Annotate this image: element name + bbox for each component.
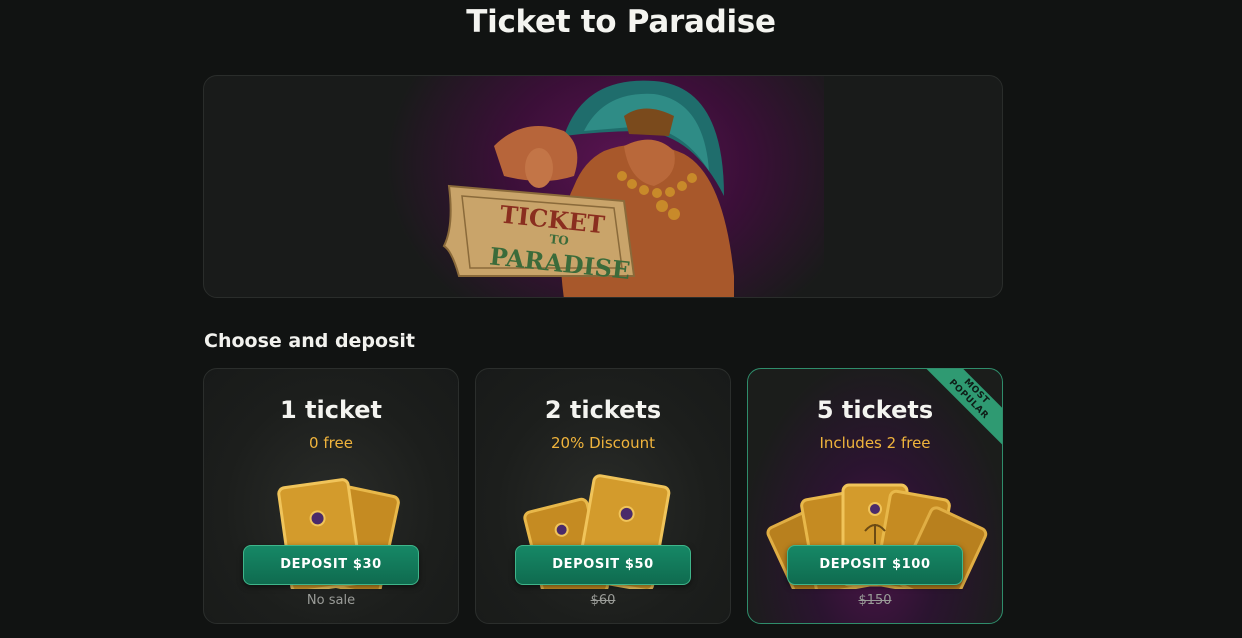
- deposit-button-100[interactable]: DEPOSIT $100: [787, 545, 963, 585]
- package-card-5-tickets: MOST POPULAR 5 tickets Includes 2 free D…: [747, 368, 1003, 624]
- page-title: Ticket to Paradise: [466, 4, 776, 40]
- hero-illustration: TICKET TO PARADISE: [442, 80, 734, 297]
- package-card-1-ticket: 1 ticket 0 free DEPOSIT $30 No sale: [203, 368, 459, 624]
- original-price: $60: [590, 593, 616, 608]
- card-subtitle: 20% Discount: [551, 434, 655, 452]
- original-price: $150: [858, 593, 892, 608]
- section-title: Choose and deposit: [204, 330, 415, 352]
- card-title: 5 tickets: [816, 396, 934, 424]
- package-card-2-tickets: 2 tickets 20% Discount DEPOSIT $50 $60: [475, 368, 731, 624]
- price-note: No sale: [306, 593, 356, 608]
- ticket-line2: TO: [549, 232, 570, 248]
- deposit-button-30[interactable]: DEPOSIT $30: [243, 545, 419, 585]
- card-subtitle: 0 free: [309, 434, 353, 452]
- card-title: 1 ticket: [279, 396, 383, 424]
- deposit-button-50[interactable]: DEPOSIT $50: [515, 545, 691, 585]
- ticket-to-paradise-graphic: TICKET TO PARADISE: [442, 184, 636, 285]
- card-title: 2 tickets: [544, 396, 662, 424]
- card-subtitle: Includes 2 free: [819, 434, 931, 452]
- hero-banner: TICKET TO PARADISE: [203, 75, 1003, 298]
